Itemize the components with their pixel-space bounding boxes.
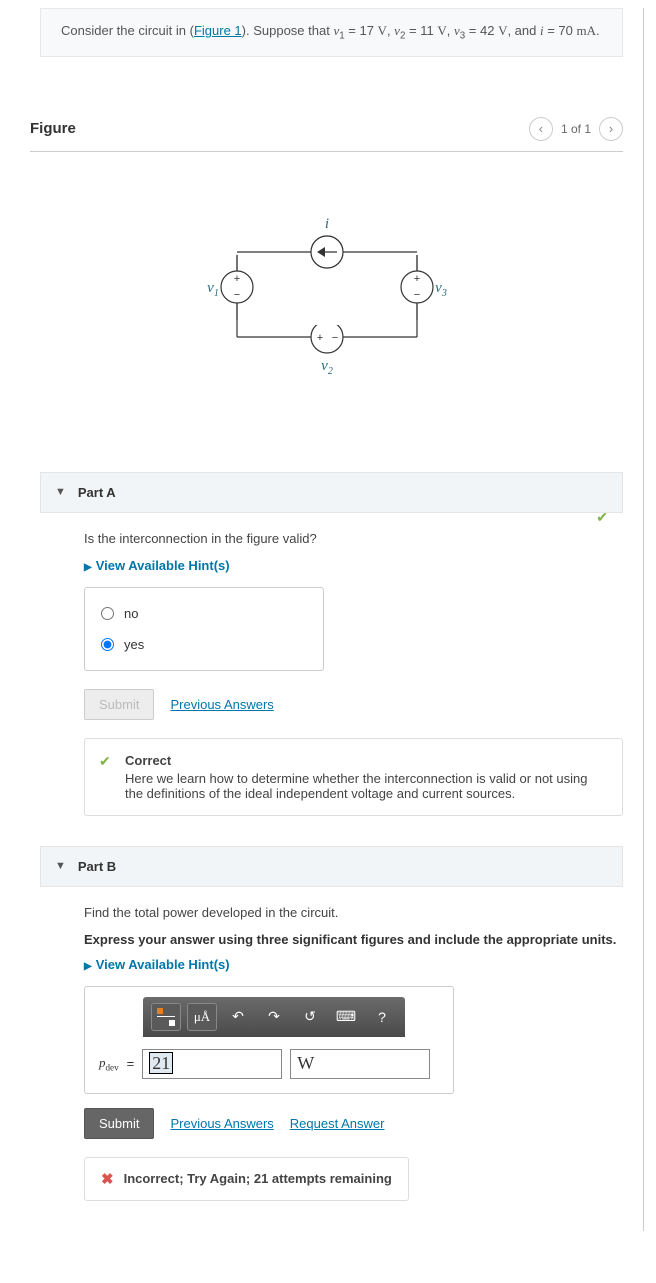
- triangle-right-icon: ▶: [84, 961, 92, 972]
- value-input[interactable]: 21: [142, 1049, 282, 1079]
- feedback-incorrect: ✖ Incorrect; Try Again; 21 attempts rema…: [84, 1157, 409, 1201]
- figure-title: Figure: [30, 120, 76, 137]
- svg-text:+: +: [233, 273, 239, 285]
- previous-answers-link[interactable]: Previous Answers: [170, 1116, 273, 1131]
- svg-text:−: −: [413, 289, 419, 301]
- pager-text: 1 of 1: [561, 122, 591, 136]
- triangle-right-icon: ▶: [84, 562, 92, 573]
- feedback-body: Here we learn how to determine whether t…: [125, 771, 606, 801]
- svg-text:+: +: [413, 273, 419, 285]
- part-a-question: Is the interconnection in the figure val…: [84, 531, 623, 546]
- svg-text:v1: v1: [207, 280, 219, 299]
- text: ). Suppose that: [242, 23, 334, 38]
- svg-text:v2: v2: [321, 358, 333, 377]
- radio-no[interactable]: [101, 607, 114, 620]
- check-icon: ✔: [99, 753, 111, 770]
- part-b-question: Find the total power developed in the ci…: [84, 905, 623, 920]
- option-yes-label: yes: [124, 637, 144, 652]
- figure-pager: ‹ 1 of 1 ›: [529, 117, 623, 141]
- unit-input[interactable]: W: [290, 1049, 430, 1079]
- circuit-diagram: i + − v1 + − v3: [30, 152, 623, 452]
- svg-text:−: −: [331, 332, 337, 344]
- value-text: 21: [149, 1052, 173, 1074]
- caret-down-icon: ▼: [55, 486, 66, 498]
- x-icon: ✖: [101, 1170, 114, 1188]
- options-box: no yes: [84, 587, 324, 671]
- hints-label: View Available Hint(s): [96, 558, 230, 573]
- text: = 70: [544, 23, 577, 38]
- pager-prev-button[interactable]: ‹: [529, 117, 553, 141]
- part-a-header[interactable]: ▼ Part A ✔: [40, 472, 623, 513]
- part-b-instruction: Express your answer using three signific…: [84, 932, 623, 947]
- unit: V: [378, 23, 387, 38]
- reset-icon[interactable]: ↺: [295, 1003, 325, 1031]
- caret-down-icon: ▼: [55, 860, 66, 872]
- option-yes[interactable]: yes: [85, 629, 323, 660]
- svg-text:+: +: [316, 332, 322, 344]
- text: , and: [507, 23, 540, 38]
- fraction-tool-icon[interactable]: [151, 1003, 181, 1031]
- hints-toggle[interactable]: ▶ View Available Hint(s): [84, 558, 230, 573]
- hints-label: View Available Hint(s): [96, 957, 230, 972]
- redo-icon[interactable]: ↷: [259, 1003, 289, 1031]
- equals-sign: =: [127, 1056, 135, 1071]
- part-b-header[interactable]: ▼ Part B: [40, 846, 623, 887]
- previous-answers-link[interactable]: Previous Answers: [170, 697, 273, 712]
- pdev-label: pdev: [99, 1055, 119, 1073]
- request-answer-link[interactable]: Request Answer: [290, 1116, 385, 1131]
- part-a-title: Part A: [78, 485, 116, 500]
- units-tool-button[interactable]: μÅ: [187, 1003, 217, 1031]
- unit: V: [437, 23, 446, 38]
- incorrect-message: Incorrect; Try Again; 21 attempts remain…: [124, 1171, 392, 1186]
- hints-toggle[interactable]: ▶ View Available Hint(s): [84, 957, 230, 972]
- text: Consider the circuit in (: [61, 23, 194, 38]
- svg-text:−: −: [233, 289, 239, 301]
- figure-link[interactable]: Figure 1: [194, 23, 242, 38]
- equation-toolbar: μÅ ↶ ↷ ↺ ⌨ ?: [143, 997, 405, 1037]
- text: = 42: [465, 23, 498, 38]
- svg-text:v3: v3: [435, 280, 447, 299]
- answer-area: μÅ ↶ ↷ ↺ ⌨ ? pdev = 21 W: [84, 986, 454, 1094]
- text: = 17: [345, 23, 378, 38]
- option-no-label: no: [124, 606, 138, 621]
- text: = 11: [405, 23, 437, 38]
- submit-button[interactable]: Submit: [84, 1108, 154, 1139]
- option-no[interactable]: no: [85, 598, 323, 629]
- figure-section: Figure ‹ 1 of 1 › i + − v1 + − v3: [30, 117, 623, 452]
- radio-yes[interactable]: [101, 638, 114, 651]
- feedback-title: Correct: [125, 753, 606, 768]
- pager-next-button[interactable]: ›: [599, 117, 623, 141]
- part-b: ▼ Part B Find the total power developed …: [40, 846, 623, 1211]
- keyboard-icon[interactable]: ⌨: [331, 1003, 361, 1031]
- submit-button: Submit: [84, 689, 154, 720]
- text: .: [596, 23, 600, 38]
- svg-text:i: i: [324, 216, 328, 232]
- problem-statement: Consider the circuit in (Figure 1). Supp…: [40, 8, 623, 57]
- text: ,: [447, 23, 454, 38]
- help-icon[interactable]: ?: [367, 1003, 397, 1031]
- feedback-correct: ✔ Correct Here we learn how to determine…: [84, 738, 623, 816]
- part-b-title: Part B: [78, 859, 116, 874]
- unit: mA: [577, 23, 597, 38]
- undo-icon[interactable]: ↶: [223, 1003, 253, 1031]
- check-icon: ✔: [596, 509, 608, 526]
- part-a: ▼ Part A ✔ Is the interconnection in the…: [40, 472, 623, 826]
